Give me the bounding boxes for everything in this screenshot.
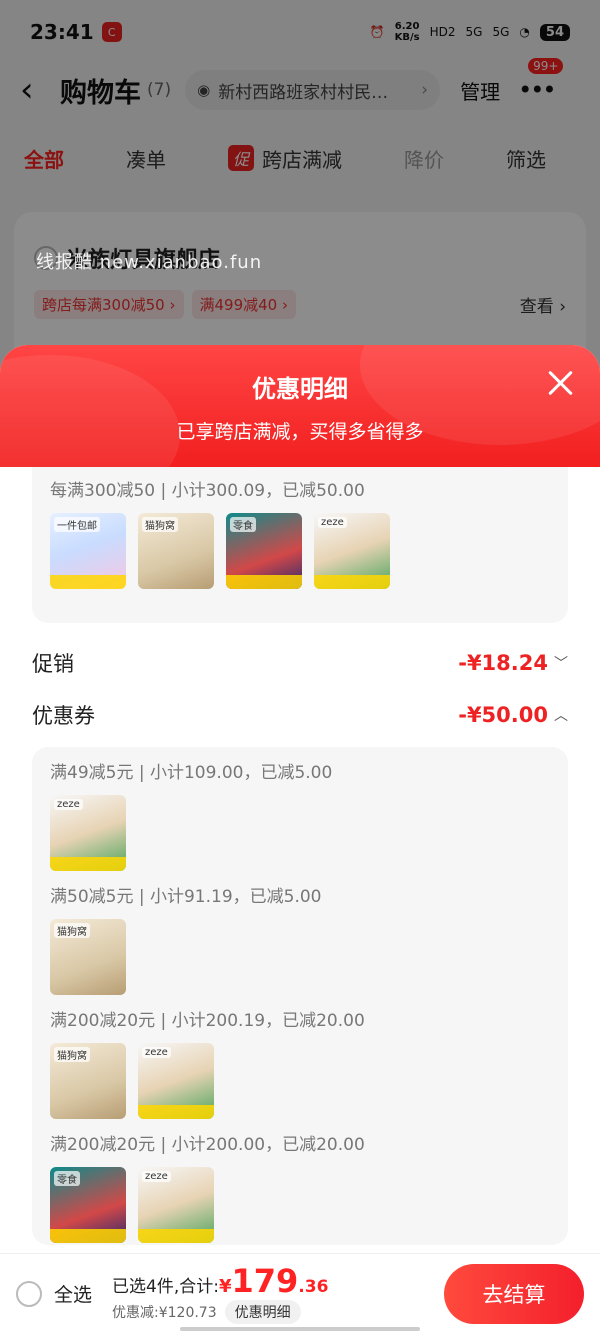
thumb-label: 零食: [54, 1171, 80, 1186]
product-thumbs: 猫狗窝 zeze: [50, 1043, 550, 1119]
coupon-row[interactable]: 优惠券 -¥50.00 ︿: [32, 689, 568, 741]
promo-amount: -¥18.24: [458, 651, 548, 675]
product-thumbs: 零食 zeze: [50, 1167, 550, 1243]
coupon-rule: 满50减5元 | 小计91.19，已减5.00: [50, 887, 322, 907]
deer-pet-bed-icon[interactable]: zeze: [138, 1167, 214, 1243]
cross-store-group: 每满300减50 | 小计300.09，已减50.00 一件包邮 猫狗窝 零食 …: [32, 467, 568, 623]
product-thumbs: 一件包邮 猫狗窝 零食 zeze: [50, 513, 550, 589]
thumb-band: [50, 1229, 126, 1243]
pet-house-icon[interactable]: 猫狗窝: [50, 1043, 126, 1119]
select-all-label[interactable]: 全选: [54, 1280, 92, 1307]
group-rule: 每满300减50 | 小计300.09，已减50.00: [50, 481, 365, 501]
coupon-rule: 满49减5元 | 小计109.00，已减5.00: [50, 763, 333, 783]
discount-line: 优惠减:¥120.73 优惠明细: [112, 1299, 328, 1324]
sheet-header: 优惠明细 已享跨店满减，买得多省得多: [0, 345, 600, 515]
checkout-button[interactable]: 去结算: [444, 1263, 584, 1324]
thumb-band: [314, 575, 390, 589]
coupon-rule: 满200减20元 | 小计200.19，已减20.00: [50, 1011, 365, 1031]
sheet-title: 优惠明细: [252, 375, 348, 403]
thumb-band: [138, 1105, 214, 1119]
selected-total-label: 已选4件,合计:: [112, 1276, 219, 1297]
deer-pet-bed-icon[interactable]: zeze: [50, 795, 126, 871]
thumb-label: zeze: [54, 799, 83, 810]
thumb-label: 猫狗窝: [54, 923, 90, 938]
tissue-pack-icon[interactable]: 一件包邮: [50, 513, 126, 589]
thumb-band: [226, 575, 302, 589]
price-symbol: ¥: [218, 1275, 232, 1297]
thumb-label: 猫狗窝: [142, 517, 178, 532]
chevron-down-icon: ﹀: [554, 656, 568, 672]
discount-detail-button[interactable]: 优惠明细: [224, 1299, 301, 1324]
order-summary: 已选4件,合计: ¥ 179 .36 优惠减:¥120.73 优惠明细: [112, 1264, 328, 1324]
pet-snack-icon[interactable]: 零食: [226, 513, 302, 589]
deer-pet-bed-icon[interactable]: zeze: [138, 1043, 214, 1119]
discount-total: 优惠减:¥120.73: [112, 1304, 217, 1321]
sheet-subtitle: 已享跨店满减，买得多省得多: [176, 421, 424, 443]
thumb-label: 一件包邮: [54, 517, 100, 532]
home-indicator[interactable]: [180, 1327, 420, 1331]
pet-house-icon[interactable]: 猫狗窝: [138, 513, 214, 589]
coupon-amount: -¥50.00: [458, 703, 548, 727]
product-thumbs: 猫狗窝: [50, 919, 550, 995]
discount-detail-sheet: 优惠明细 已享跨店满减，买得多省得多 每满300减50 | 小计300.09，已…: [0, 345, 600, 1333]
coupon-label: 优惠券: [32, 704, 95, 728]
select-all-radio[interactable]: [16, 1280, 42, 1307]
thumb-band: [50, 575, 126, 589]
pet-house-icon[interactable]: 猫狗窝: [50, 919, 126, 995]
thumb-label: zeze: [142, 1171, 171, 1182]
product-thumbs: zeze: [50, 795, 550, 871]
thumb-label: 零食: [230, 517, 256, 532]
promo-label: 促销: [32, 652, 74, 676]
total-line: 已选4件,合计: ¥ 179 .36: [112, 1264, 328, 1298]
promo-row[interactable]: 促销 -¥18.24 ﹀: [32, 637, 568, 689]
price-decimal: .36: [298, 1276, 329, 1297]
thumb-band: [50, 857, 126, 871]
chevron-up-icon: ︿: [554, 708, 568, 724]
pet-snack-icon[interactable]: 零食: [50, 1167, 126, 1243]
thumb-label: zeze: [142, 1047, 171, 1058]
deer-pet-bed-icon[interactable]: zeze: [314, 513, 390, 589]
watermark: 线报酷 new.xianbao.fun: [36, 252, 263, 273]
sheet-body: 每满300减50 | 小计300.09，已减50.00 一件包邮 猫狗窝 零食 …: [0, 467, 600, 1245]
thumb-band: [138, 1229, 214, 1243]
thumb-label: 猫狗窝: [54, 1047, 90, 1062]
checkout-bar: 全选 已选4件,合计: ¥ 179 .36 优惠减:¥120.73 优惠明细 去…: [0, 1253, 600, 1333]
thumb-label: zeze: [318, 517, 347, 528]
price-integer: 179: [231, 1261, 299, 1300]
close-icon[interactable]: [546, 369, 574, 397]
coupon-rule: 满200减20元 | 小计200.00，已减20.00: [50, 1135, 365, 1155]
coupon-groups: 满49减5元 | 小计109.00，已减5.00 zeze 满50减5元 | 小…: [32, 747, 568, 1245]
